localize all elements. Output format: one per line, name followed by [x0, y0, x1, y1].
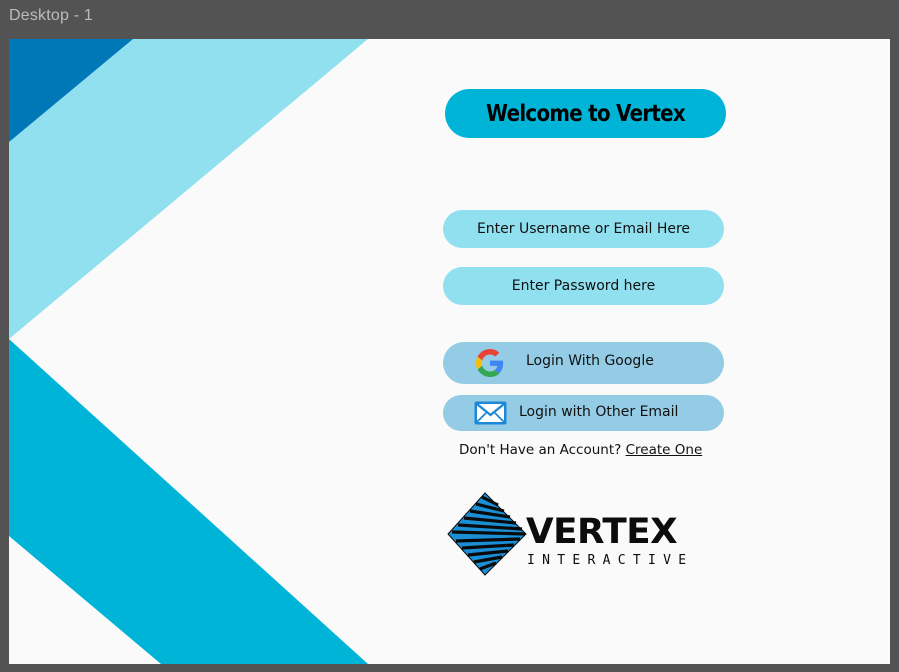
login-google-button[interactable]: Login With Google — [443, 342, 724, 384]
create-account-link[interactable]: Create One — [626, 442, 703, 458]
frame-title: Desktop - 1 — [9, 7, 94, 24]
mid-stripe-bottom — [9, 339, 368, 664]
google-icon — [476, 349, 504, 377]
signup-prompt: Don't Have an Account? Create One — [459, 442, 702, 458]
logo-subtitle: INTERACTIVE — [527, 553, 694, 568]
vertex-logo: VERTEX INTERACTIVE — [446, 491, 691, 577]
vertex-diamond-icon — [447, 492, 527, 576]
signup-text: Don't Have an Account? — [459, 442, 622, 458]
login-google-label: Login With Google — [526, 353, 654, 369]
login-email-label: Login with Other Email — [519, 404, 679, 420]
welcome-banner: Welcome to Vertex — [445, 89, 726, 138]
username-input[interactable] — [443, 210, 724, 248]
mail-icon — [474, 401, 507, 425]
login-email-button[interactable]: Login with Other Email — [443, 395, 724, 431]
artboard: Welcome to Vertex Login With Google Logi… — [9, 39, 890, 664]
welcome-title: Welcome to Vertex — [486, 100, 685, 127]
logo-wordmark: VERTEX — [526, 512, 678, 552]
password-input[interactable] — [443, 267, 724, 305]
